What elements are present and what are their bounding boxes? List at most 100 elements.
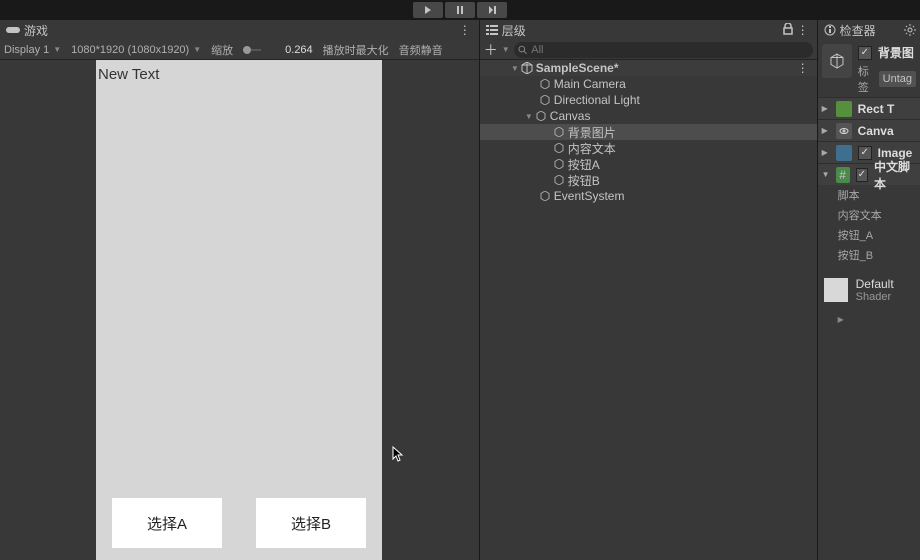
expand-arrow-icon[interactable]: ▼ <box>524 112 534 121</box>
chevron-down-icon: ▼ <box>53 45 61 54</box>
script-icon: # <box>836 167 850 183</box>
object-icon-box[interactable] <box>822 44 852 78</box>
play-button[interactable] <box>413 2 443 18</box>
material-preview <box>824 278 848 302</box>
item-label: Main Camera <box>554 77 626 91</box>
expand-arrow-icon[interactable]: ▶ <box>822 126 830 135</box>
rect-transform-icon <box>836 101 852 117</box>
eye-icon <box>839 126 849 136</box>
new-text-label: New Text <box>98 66 159 83</box>
game-tab[interactable]: 游戏 <box>6 22 48 39</box>
display-dropdown[interactable]: Display 1 ▼ <box>4 44 61 56</box>
expand-arrow-icon[interactable]: ▶ <box>838 315 848 324</box>
content-text-field[interactable]: 内容文本 <box>818 205 920 225</box>
gameobject-icon <box>552 157 566 171</box>
hierarchy-panel: 层级 ⋮ ＋ ▼ ▼ SampleScene* ⋮ Mai <box>480 20 818 560</box>
gameobject-icon <box>538 189 552 203</box>
enabled-checkbox[interactable] <box>856 168 868 182</box>
material-column: Default Shader <box>856 277 894 303</box>
inspector-tab-header: 检查器 <box>818 20 920 40</box>
scene-label: SampleScene* <box>536 61 619 75</box>
audio-mute-toggle[interactable]: 音频静音 <box>399 42 443 58</box>
object-name-column: 背景图 标签 Untag <box>858 44 916 95</box>
hierarchy-item-directional-light[interactable]: Directional Light <box>480 92 817 108</box>
hierarchy-item-main-camera[interactable]: Main Camera <box>480 76 817 92</box>
toolbar-playback <box>0 0 920 20</box>
material-row[interactable]: Default Shader <box>818 271 920 309</box>
inspector-body: 背景图 标签 Untag ▶ Rect T ▶ Canva <box>818 40 920 560</box>
choice-b-button[interactable]: 选择B <box>256 498 366 548</box>
lock-icon[interactable] <box>783 23 793 38</box>
component-label: Canva <box>858 124 894 138</box>
enabled-checkbox[interactable] <box>858 146 872 160</box>
search-icon <box>518 45 528 55</box>
inspector-panel: 检查器 背景图 标签 Untag <box>818 20 920 560</box>
unity-scene-icon <box>520 61 534 75</box>
gameobject-icon <box>552 141 566 155</box>
search-input[interactable] <box>531 44 808 56</box>
expand-arrow-icon[interactable]: ▼ <box>510 64 520 73</box>
hierarchy-item-background-image[interactable]: 背景图片 <box>480 124 817 140</box>
create-button[interactable]: ＋ <box>484 40 498 60</box>
gameobject-icon <box>538 93 552 107</box>
zoom-slider[interactable] <box>243 49 261 51</box>
item-label: Directional Light <box>554 93 640 107</box>
item-label: 按钮B <box>568 172 600 189</box>
step-button[interactable] <box>477 2 507 18</box>
button-a-field[interactable]: 按钮_A <box>818 225 920 245</box>
hierarchy-tab-menu-icon[interactable]: ⋮ <box>797 23 809 37</box>
scene-row[interactable]: ▼ SampleScene* ⋮ <box>480 60 817 76</box>
zoom-label: 缩放 <box>211 42 233 58</box>
tag-row: 标签 Untag <box>858 63 916 95</box>
game-viewport: New Text 选择A 选择B <box>0 60 479 560</box>
mouse-cursor-icon <box>392 446 404 462</box>
choice-a-button[interactable]: 选择A <box>112 498 222 548</box>
phone-frame: New Text 选择A 选择B <box>96 60 382 560</box>
item-label: Canvas <box>550 109 591 123</box>
image-icon <box>836 145 852 161</box>
button-b-field[interactable]: 按钮_B <box>818 245 920 265</box>
script-component[interactable]: ▼ # 中文脚本 <box>818 163 920 185</box>
hierarchy-tree: ▼ SampleScene* ⋮ Main Camera Directional… <box>480 60 817 560</box>
hierarchy-tab-label: 层级 <box>502 22 526 39</box>
canvas-renderer-icon <box>836 123 852 139</box>
hierarchy-tab[interactable]: 层级 <box>486 22 526 39</box>
hierarchy-item-button-b[interactable]: 按钮B <box>480 172 817 188</box>
pause-button[interactable] <box>445 2 475 18</box>
gameobject-icon <box>538 77 552 91</box>
cube-icon <box>829 53 845 69</box>
game-tab-header: 游戏 ⋮ <box>0 20 479 40</box>
component-label: Rect T <box>858 102 895 116</box>
expand-arrow-icon[interactable]: ▼ <box>822 170 830 179</box>
scene-menu-icon[interactable]: ⋮ <box>797 61 809 75</box>
expand-arrow-icon[interactable]: ▶ <box>822 104 830 113</box>
hierarchy-item-content-text[interactable]: 内容文本 <box>480 140 817 156</box>
component-label: 中文脚本 <box>874 158 916 192</box>
search-field[interactable] <box>514 42 813 58</box>
info-icon <box>824 24 836 36</box>
gear-icon[interactable] <box>904 24 916 36</box>
item-label: 按钮A <box>568 156 600 173</box>
zoom-slider-thumb[interactable] <box>243 46 251 54</box>
shader-label: Shader <box>856 291 894 303</box>
inspector-tab-label: 检查器 <box>840 22 876 39</box>
game-toolbar: Display 1 ▼ 1080*1920 (1080x1920) ▼ 缩放 0… <box>0 40 479 60</box>
object-name[interactable]: 背景图 <box>878 44 914 61</box>
game-tab-menu-icon[interactable]: ⋮ <box>459 23 471 37</box>
resolution-dropdown[interactable]: 1080*1920 (1080x1920) ▼ <box>71 44 201 56</box>
maximize-toggle[interactable]: 播放时最大化 <box>323 42 389 58</box>
hierarchy-icon <box>486 25 498 35</box>
play-icon <box>423 5 433 15</box>
hierarchy-item-eventsystem[interactable]: EventSystem <box>480 188 817 204</box>
canvas-renderer-component[interactable]: ▶ Canva <box>818 119 920 141</box>
rect-transform-component[interactable]: ▶ Rect T <box>818 97 920 119</box>
game-tab-label: 游戏 <box>24 22 48 39</box>
active-checkbox[interactable] <box>858 46 872 60</box>
expand-arrow-icon[interactable]: ▶ <box>822 148 830 157</box>
tag-dropdown[interactable]: Untag <box>879 71 916 87</box>
gameobject-icon <box>552 125 566 139</box>
material-expand-row[interactable]: ▶ <box>818 309 920 329</box>
hierarchy-item-button-a[interactable]: 按钮A <box>480 156 817 172</box>
hierarchy-item-canvas[interactable]: ▼ Canvas <box>480 108 817 124</box>
item-label: EventSystem <box>554 189 625 203</box>
